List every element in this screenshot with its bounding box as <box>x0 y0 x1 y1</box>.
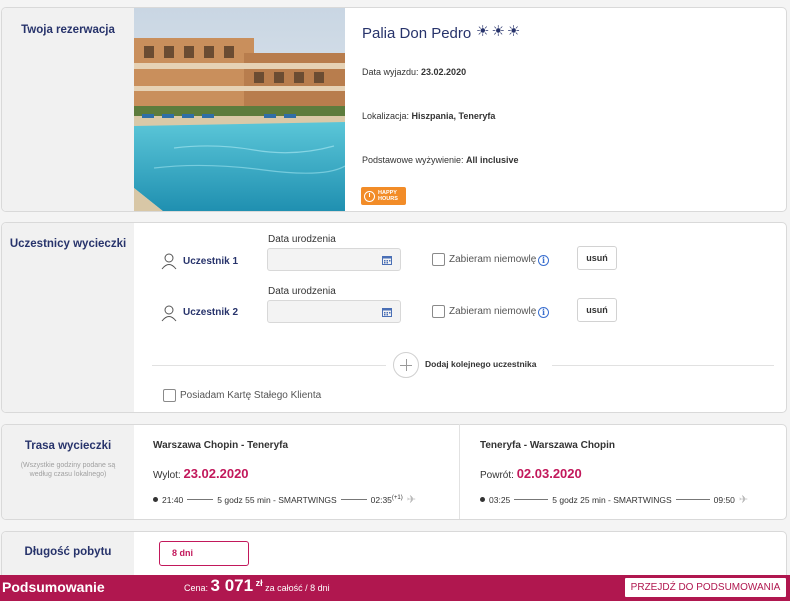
board-row: Podstawowe wyżywienie: All inclusive <box>362 155 519 165</box>
price-note: za całość / 8 dni <box>265 583 330 593</box>
proceed-to-summary-button[interactable]: PRZEJDŹ DO PODSUMOWANIA <box>624 577 787 598</box>
board-label: Podstawowe wyżywienie: <box>362 155 467 165</box>
line-segment <box>514 499 549 500</box>
return-dep-time: 03:25 <box>489 494 511 505</box>
outbound-arr-time: 02:35(+1) <box>370 494 403 505</box>
hotel-photo[interactable] <box>134 8 345 211</box>
return-date-value: 02.03.2020 <box>516 466 582 481</box>
participant-2-infant-checkbox[interactable] <box>432 305 445 318</box>
price-label: Cena: <box>184 583 211 593</box>
price-currency: zł <box>255 578 263 588</box>
participant-2-dob-input[interactable] <box>267 300 401 323</box>
line-segment <box>187 499 214 500</box>
line-segment <box>340 499 367 500</box>
route-section-title: Trasa wycieczki <box>24 440 112 452</box>
departure-dot-icon <box>153 497 158 502</box>
departure-date-label: Data wyjazdu: <box>362 67 422 77</box>
participants-section-title: Uczestnicy wycieczki <box>9 238 127 250</box>
summary-title: Podsumowanie <box>2 579 105 595</box>
departure-date-value: 23.02.2020 <box>421 67 467 77</box>
participant-2-label: Uczestnik 2 <box>183 307 239 318</box>
return-date-label: Powrót: <box>480 470 517 481</box>
departure-date-row: Data wyjazdu: 23.02.2020 <box>362 67 466 77</box>
add-participant-icon[interactable] <box>393 352 419 378</box>
plane-icon: ✈ <box>738 494 749 506</box>
participant-1-dob-input[interactable] <box>267 248 401 271</box>
reservation-side-panel <box>2 8 134 211</box>
location-value: Hiszpania, Teneryfa <box>411 111 496 121</box>
happy-hours-text: HAPPY HOURS <box>378 190 398 202</box>
price-display: Cena: 3 071 zł za całość / 8 dni <box>184 576 330 596</box>
return-date-row: Powrót: 02.03.2020 <box>480 466 582 481</box>
person-icon <box>161 305 177 322</box>
info-icon[interactable]: i <box>538 307 549 318</box>
outbound-date-value: 23.02.2020 <box>183 466 249 481</box>
add-participant-label[interactable]: Dodaj kolejnego uczestnika <box>425 359 536 369</box>
outbound-duration: 5 godz 55 min - SMARTWINGS <box>217 494 337 505</box>
info-icon[interactable]: i <box>538 255 549 266</box>
participant-1-infant-checkbox[interactable] <box>432 253 445 266</box>
location-row: Lokalizacja: Hiszpania, Teneryfa <box>362 111 495 121</box>
happy-hours-badge: HAPPY HOURS <box>361 187 406 205</box>
divider-right <box>552 365 774 366</box>
return-flight-line: 03:25 5 godz 25 min - SMARTWINGS 09:50 ✈ <box>480 493 748 506</box>
outbound-route-title: Warszawa Chopin - Teneryfa <box>153 440 289 451</box>
board-value: All inclusive <box>466 155 519 165</box>
participant-1-dob-label: Data urodzenia <box>268 234 336 245</box>
divider-left <box>152 365 386 366</box>
participant-1-remove-button[interactable]: usuń <box>577 246 617 270</box>
reservation-section-title: Twoja rezerwacja <box>21 24 115 36</box>
line-segment <box>675 499 710 500</box>
stay-section-title: Długość pobytu <box>24 546 112 558</box>
calendar-icon[interactable] <box>382 255 392 265</box>
departure-dot-icon <box>480 497 485 502</box>
clock-icon <box>364 190 375 202</box>
plane-icon: ✈ <box>406 494 416 506</box>
calendar-icon[interactable] <box>382 307 392 317</box>
outbound-flight-line: 21:40 5 godz 55 min - SMARTWINGS 02:35(+… <box>153 493 416 506</box>
outbound-dep-time: 21:40 <box>162 494 184 505</box>
participant-1-infant-label: Zabieram niemowlę <box>449 254 537 265</box>
outbound-date-label: Wylot: <box>153 470 184 481</box>
participant-2-remove-button[interactable]: usuń <box>577 298 617 322</box>
return-duration: 5 godz 25 min - SMARTWINGS <box>552 494 672 505</box>
return-route-title: Teneryfa - Warszawa Chopin <box>480 440 616 451</box>
participants-side-panel <box>2 223 134 412</box>
price-amount: 3 071 <box>210 576 254 595</box>
loyalty-card-label: Posiadam Kartę Stałego Klienta <box>180 390 322 401</box>
reservation-card: Twoja rezerwacja Palia Don Pedro ☀☀☀ Dat… <box>1 7 787 212</box>
outbound-date-row: Wylot: 23.02.2020 <box>153 466 249 481</box>
sun-rating-icon: ☀☀☀ <box>476 23 523 40</box>
stay-length-select[interactable]: 8 dni <box>159 541 249 566</box>
hotel-name: Palia Don Pedro <box>362 25 472 42</box>
participant-1-label: Uczestnik 1 <box>183 256 239 267</box>
route-separator <box>459 424 460 519</box>
location-label: Lokalizacja: <box>362 111 412 121</box>
loyalty-card-checkbox[interactable] <box>163 389 176 402</box>
person-icon <box>161 253 177 270</box>
return-arr-time: 09:50 <box>713 494 735 505</box>
participant-2-infant-label: Zabieram niemowlę <box>449 306 537 317</box>
participant-2-dob-label: Data urodzenia <box>268 286 336 297</box>
route-section-note: (Wszystkie godziny podane są według czas… <box>20 462 116 478</box>
